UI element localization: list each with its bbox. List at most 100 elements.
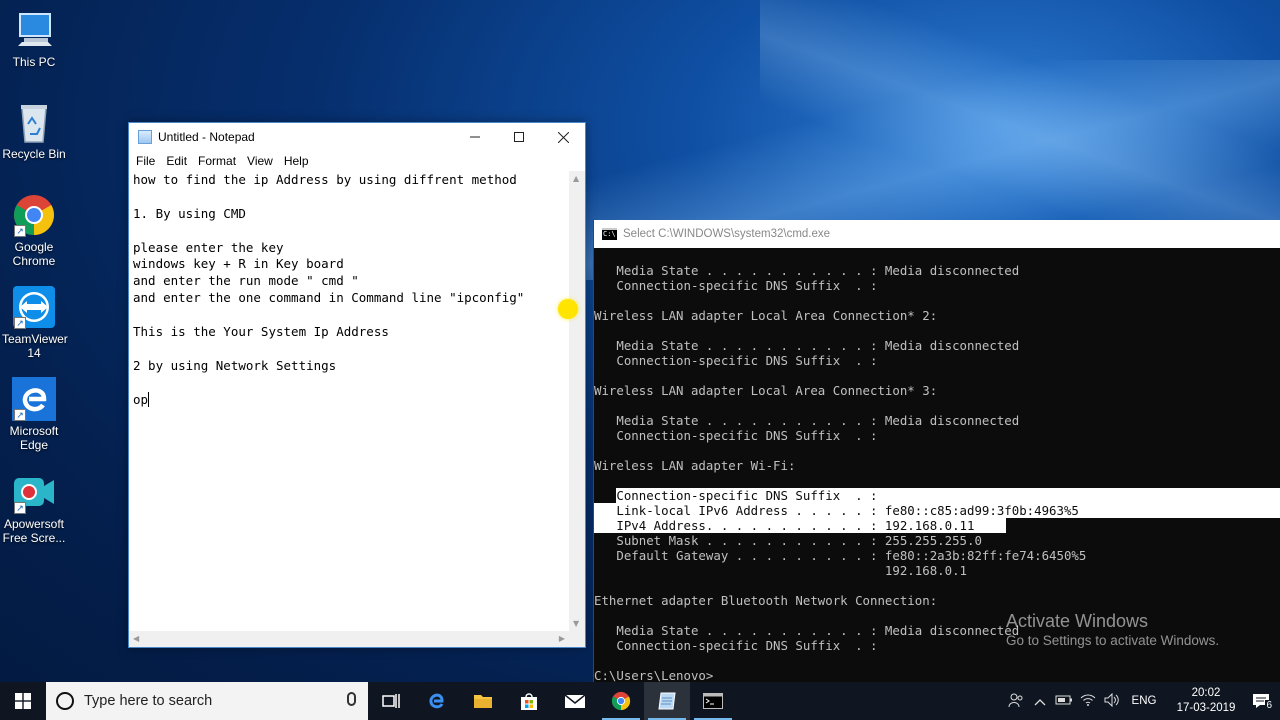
cmd-line: Wireless LAN adapter Local Area Connecti… bbox=[594, 383, 938, 398]
notepad-menubar: File Edit Format View Help bbox=[129, 151, 585, 171]
folder-icon bbox=[474, 695, 492, 708]
desktop-icon-edge[interactable]: ↗ Microsoft Edge bbox=[2, 377, 66, 452]
taskbar-clock[interactable]: 20:02 17-03-2019 bbox=[1170, 686, 1242, 716]
vertical-scrollbar[interactable]: ▲ ▼ bbox=[569, 171, 585, 631]
cmd-line bbox=[594, 443, 1280, 458]
clock-date: 17-03-2019 bbox=[1176, 702, 1236, 714]
desktop-icon-label: Google Chrome bbox=[12, 240, 56, 268]
taskbar-mail[interactable] bbox=[552, 682, 598, 720]
computer-icon bbox=[12, 8, 56, 52]
volume-icon[interactable] bbox=[1100, 692, 1124, 710]
desktop-icon-teamviewer[interactable]: ↗ TeamViewer 14 bbox=[2, 285, 68, 360]
scroll-left-icon[interactable]: ◀ bbox=[133, 634, 139, 643]
microphone-icon[interactable] bbox=[347, 692, 356, 706]
desktop-icon-apowersoft[interactable]: ↗ Apowersoft Free Scre... bbox=[2, 470, 66, 545]
desktop-icon-recycle-bin[interactable]: Recycle Bin bbox=[2, 100, 66, 161]
task-view-button[interactable] bbox=[368, 682, 414, 720]
desktop-icon-label: Recycle Bin bbox=[2, 147, 66, 161]
text-line bbox=[133, 189, 565, 206]
shortcut-arrow-icon: ↗ bbox=[14, 225, 26, 237]
chevron-up-icon[interactable] bbox=[1028, 694, 1052, 709]
wifi-icon[interactable] bbox=[1076, 693, 1100, 710]
edge-icon: ↗ bbox=[12, 377, 56, 421]
window-title: Untitled - Notepad bbox=[158, 130, 255, 144]
desktop-icon-label: Apowersoft Free Scre... bbox=[2, 517, 66, 545]
desktop-icon-label: Microsoft Edge bbox=[9, 424, 59, 452]
notepad-titlebar[interactable]: Untitled - Notepad bbox=[129, 123, 585, 151]
minimize-icon bbox=[470, 136, 480, 138]
taskbar-store[interactable] bbox=[506, 682, 552, 720]
maximize-icon bbox=[514, 132, 524, 142]
activate-subtitle: Go to Settings to activate Windows. bbox=[1006, 633, 1220, 648]
cmd-titlebar[interactable]: C:\ Select C:\WINDOWS\system32\cmd.exe bbox=[594, 220, 1280, 248]
text-caret bbox=[148, 391, 150, 407]
taskbar-file-explorer[interactable] bbox=[460, 682, 506, 720]
apowersoft-icon: ↗ bbox=[12, 470, 56, 514]
cmd-line bbox=[594, 473, 1280, 488]
cmd-line: 192.168.0.1 bbox=[594, 563, 967, 578]
notepad-window[interactable]: Untitled - Notepad File Edit Format View… bbox=[128, 122, 586, 648]
cmd-prompt[interactable]: C:\Users\Lenovo> bbox=[594, 668, 1280, 683]
activate-windows-watermark: Activate Windows Go to Settings to activ… bbox=[1006, 610, 1219, 650]
minimize-button[interactable] bbox=[453, 123, 497, 151]
cmd-line: Wireless LAN adapter Local Area Connecti… bbox=[594, 308, 938, 323]
cmd-line: Wireless LAN adapter Wi-Fi: bbox=[594, 458, 796, 473]
menu-view[interactable]: View bbox=[247, 154, 273, 168]
cmd-line: Ethernet adapter Bluetooth Network Conne… bbox=[594, 593, 938, 608]
menu-edit[interactable]: Edit bbox=[166, 154, 187, 168]
language-indicator[interactable]: ENG bbox=[1124, 695, 1164, 707]
shortcut-arrow-icon: ↗ bbox=[14, 409, 26, 421]
menu-file[interactable]: File bbox=[136, 154, 155, 168]
cmd-line-selected: Link-local IPv6 Address . . . . . : fe80… bbox=[594, 503, 1079, 518]
cmd-line: Connection-specific DNS Suffix . : bbox=[594, 353, 878, 368]
battery-icon[interactable] bbox=[1052, 694, 1076, 709]
desktop-icon-chrome[interactable]: ↗ Google Chrome bbox=[2, 193, 66, 268]
horizontal-scrollbar[interactable]: ◀ ▶ bbox=[129, 631, 569, 647]
scroll-right-icon[interactable]: ▶ bbox=[559, 634, 565, 643]
desktop-icon-label: TeamViewer 14 bbox=[2, 332, 68, 360]
activate-title: Activate Windows bbox=[1006, 611, 1149, 631]
cmd-line: Connection-specific DNS Suffix . : bbox=[594, 278, 878, 293]
maximize-button[interactable] bbox=[497, 123, 541, 151]
cmd-line bbox=[594, 398, 1280, 413]
task-view-icon bbox=[382, 694, 400, 708]
edge-icon bbox=[429, 693, 444, 709]
taskbar-chrome[interactable] bbox=[598, 682, 644, 720]
taskbar-search-box[interactable]: Type here to search bbox=[46, 682, 368, 720]
menu-help[interactable]: Help bbox=[284, 154, 309, 168]
cmd-window-title: Select C:\WINDOWS\system32\cmd.exe bbox=[623, 228, 831, 240]
text-line bbox=[133, 375, 565, 392]
taskbar-edge[interactable] bbox=[414, 682, 460, 720]
notepad-icon bbox=[138, 130, 152, 144]
taskbar-notepad[interactable] bbox=[644, 682, 690, 720]
desktop-icon-label: This PC bbox=[12, 55, 56, 69]
cmd-line: Subnet Mask . . . . . . . . . . . : 255.… bbox=[594, 533, 982, 548]
text-line bbox=[133, 307, 565, 324]
cmd-line: Default Gateway . . . . . . . . . : fe80… bbox=[594, 548, 1087, 563]
search-icon bbox=[56, 692, 74, 710]
desktop-icon-this-pc[interactable]: This PC bbox=[2, 8, 66, 69]
teamviewer-icon: ↗ bbox=[12, 285, 56, 329]
action-center-button[interactable]: 6 bbox=[1242, 693, 1280, 711]
cmd-line bbox=[594, 323, 1280, 338]
notepad-text-area[interactable]: how to find the ip Address by using diff… bbox=[129, 171, 569, 631]
chrome-icon: ↗ bbox=[12, 193, 56, 237]
close-button[interactable] bbox=[541, 123, 585, 151]
recycle-bin-icon bbox=[12, 100, 56, 144]
cmd-line: Connection-specific DNS Suffix . : bbox=[594, 428, 878, 443]
text-line: please enter the key bbox=[133, 239, 284, 255]
text-line bbox=[133, 341, 565, 358]
cmd-line: Media State . . . . . . . . . . . : Medi… bbox=[594, 338, 1020, 353]
people-icon[interactable] bbox=[1004, 692, 1028, 711]
taskbar: Type here to search ENG 20:02 17-03-2019… bbox=[0, 682, 1280, 720]
windows-logo-icon bbox=[15, 693, 31, 709]
cmd-line bbox=[594, 653, 1280, 668]
scroll-up-icon[interactable]: ▲ bbox=[573, 174, 579, 183]
scroll-down-icon[interactable]: ▼ bbox=[573, 619, 579, 628]
start-button[interactable] bbox=[0, 682, 46, 720]
cmd-line-selected: Connection-specific DNS Suffix . : bbox=[594, 488, 878, 503]
menu-format[interactable]: Format bbox=[198, 154, 236, 168]
text-line: and enter the one command in Command lin… bbox=[133, 290, 525, 306]
scroll-corner bbox=[569, 631, 585, 647]
taskbar-cmd[interactable] bbox=[690, 682, 736, 720]
